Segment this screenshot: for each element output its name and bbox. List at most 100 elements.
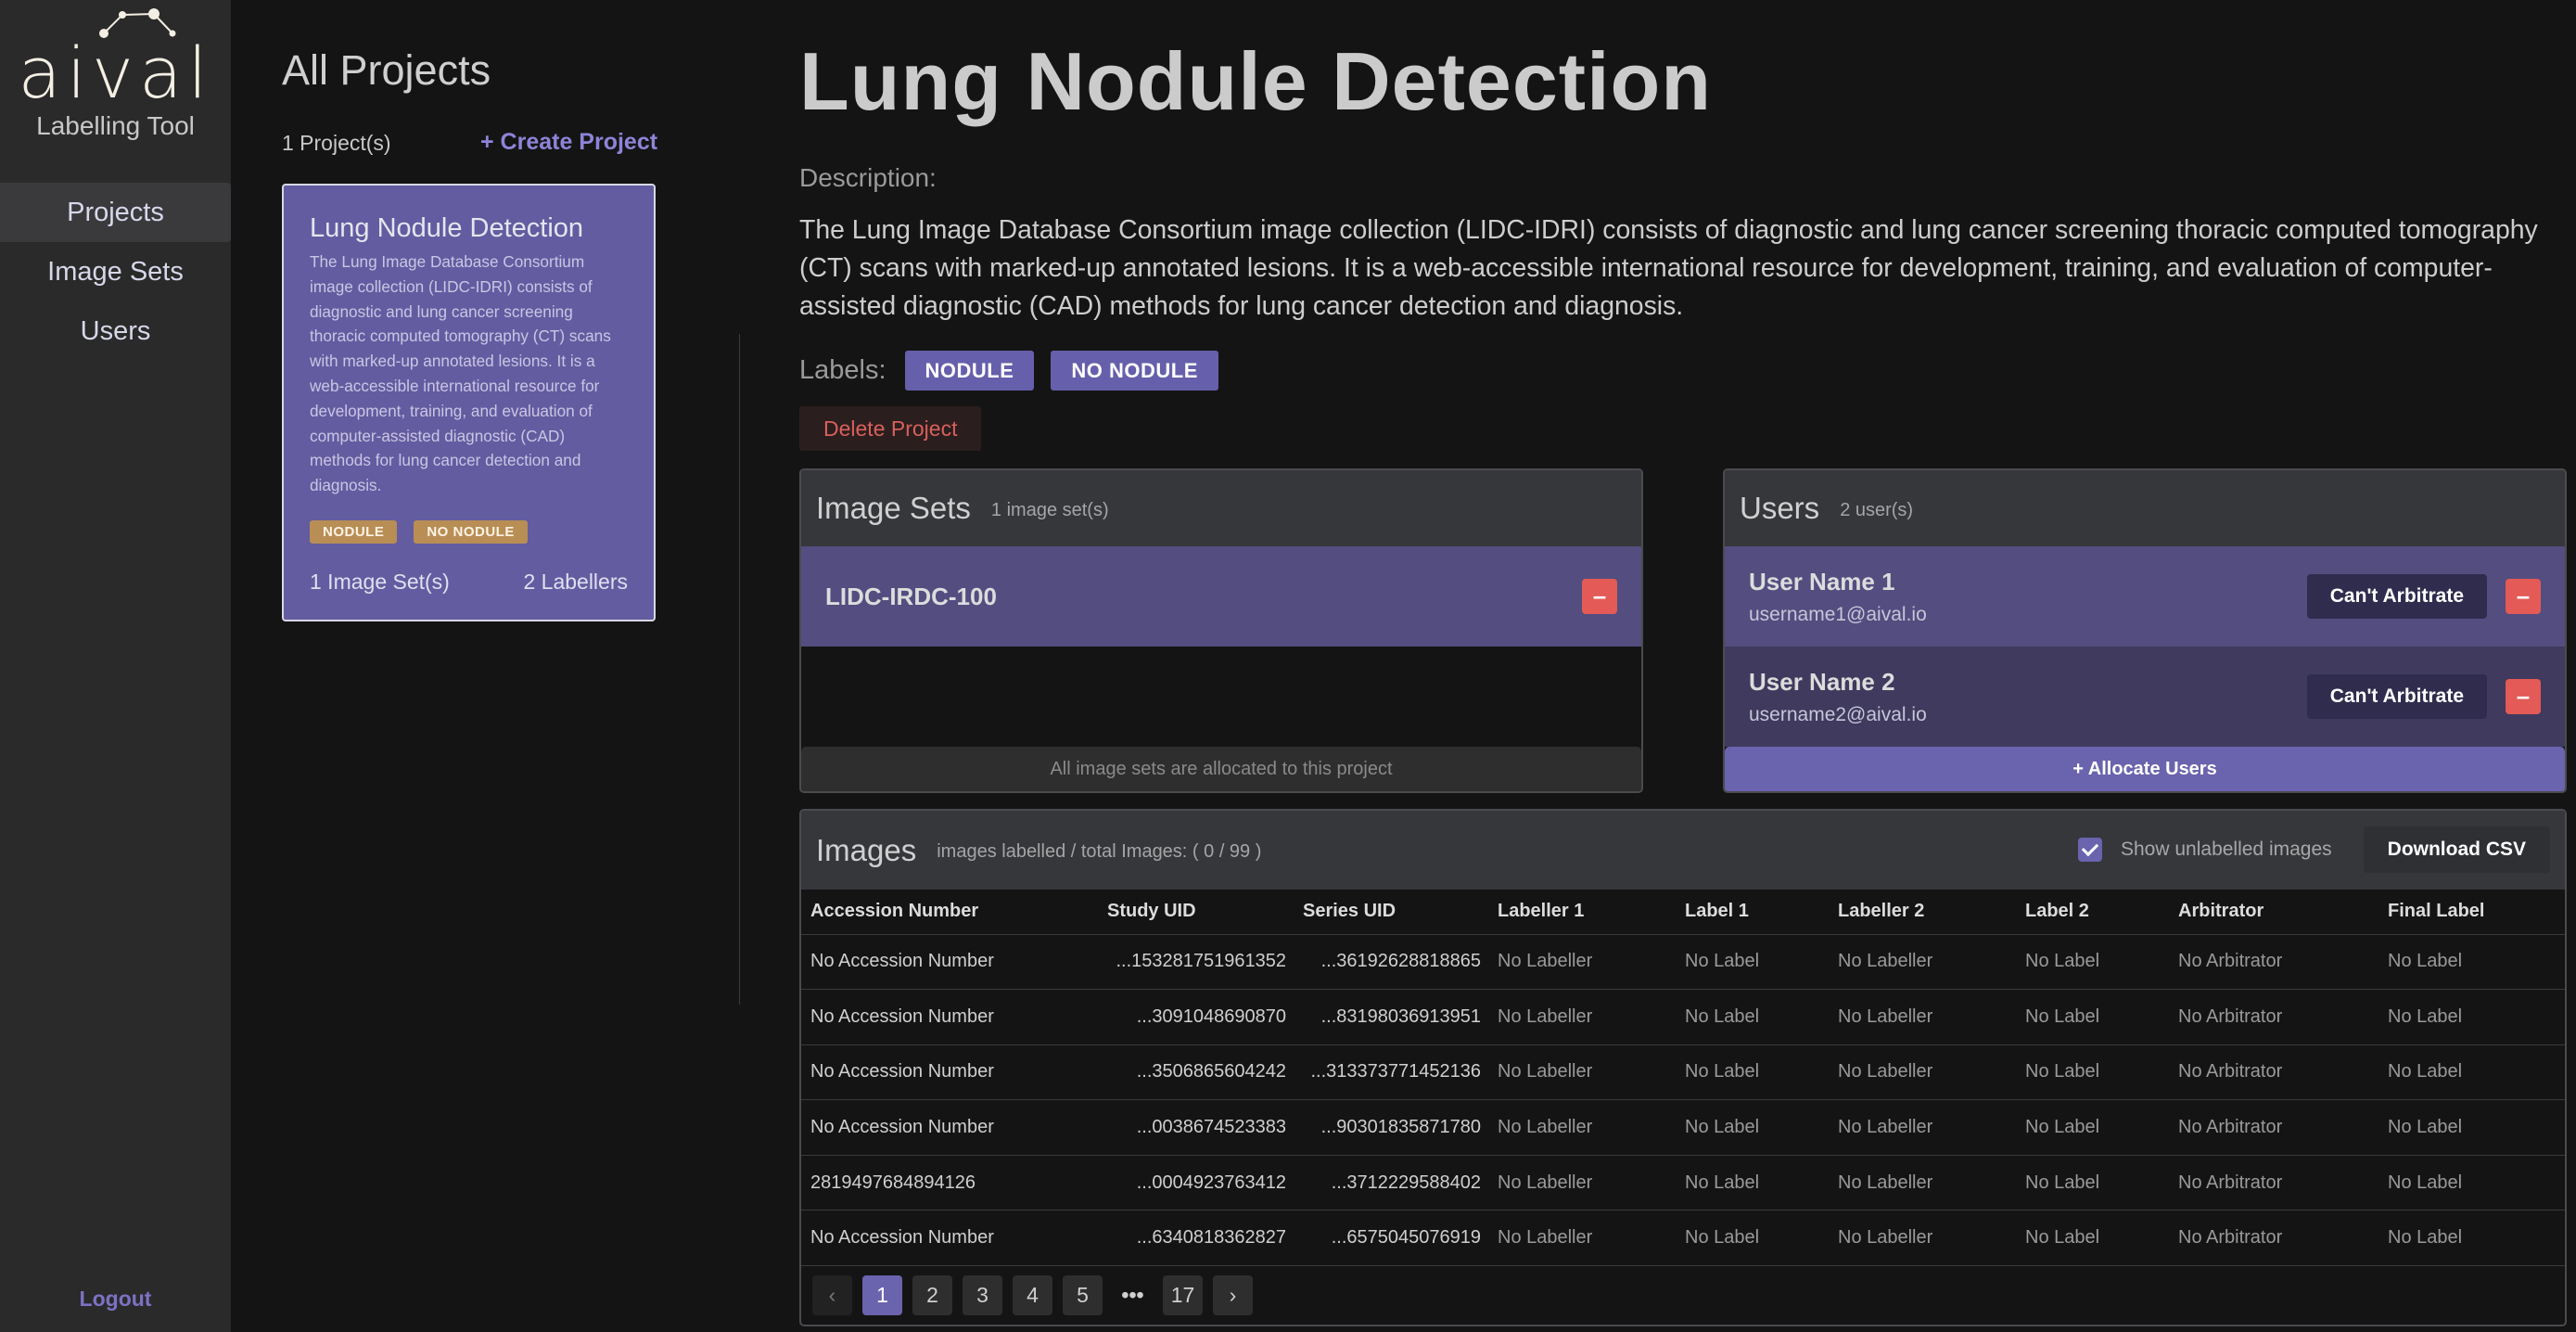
arbitrate-toggle-button[interactable]: Can't Arbitrate <box>2306 674 2487 719</box>
table-cell: No Accession Number <box>801 1099 1098 1156</box>
table-cell: ...3091048690870 <box>1098 989 1294 1045</box>
table-cell: No Labeller <box>1488 1155 1676 1211</box>
chevron-left-icon: ‹ <box>828 1283 836 1307</box>
table-cell: No Arbitrator <box>2169 934 2378 991</box>
table-row[interactable]: No Accession Number ...0038674523383 ...90… <box>801 1099 2565 1156</box>
column-header: Label 2 <box>2016 890 2169 935</box>
image-sets-panel: Image Sets 1 image set(s) LIDC-IRDC-100 … <box>799 468 1643 793</box>
table-row[interactable]: No Accession Number ...3091048690870 ...83… <box>801 989 2565 1045</box>
table-cell: No Label <box>2378 934 2565 991</box>
images-title: Images <box>816 832 917 867</box>
table-cell: No Label <box>2378 989 2565 1045</box>
page-button[interactable]: 3 <box>963 1275 1002 1315</box>
users-panel: Users 2 user(s) User Name 1 username1@ai… <box>1723 468 2567 793</box>
column-header: Accession Number <box>801 890 1098 935</box>
labels-label: Labels: <box>799 355 886 385</box>
show-unlabelled-checkbox[interactable] <box>2078 838 2102 862</box>
label-tag: NODULE <box>310 519 398 544</box>
logo-wordmark: aival <box>18 32 213 114</box>
table-cell: ...6575045076919 <box>1294 1210 1488 1267</box>
table-cell: ...6340818362827 <box>1098 1210 1294 1267</box>
show-unlabelled-label: Show unlabelled images <box>2121 839 2332 860</box>
sidebar-item-projects[interactable]: Projects <box>0 183 231 242</box>
table-cell: No Accession Number <box>801 934 1098 991</box>
sidebar-item-users[interactable]: Users <box>0 301 231 361</box>
table-cell: No Labeller <box>1488 934 1676 991</box>
table-cell: No Labeller <box>1488 1044 1676 1101</box>
allocate-users-button[interactable]: + Allocate Users <box>1725 747 2565 791</box>
table-cell: ...3506865604242 <box>1098 1044 1294 1101</box>
pagination: ‹ 1 2 3 4 5 ••• 17 › <box>812 1275 1253 1315</box>
create-project-button[interactable]: + Create Project <box>480 129 657 156</box>
prev-page-button[interactable]: ‹ <box>812 1275 852 1315</box>
description-label: Description: <box>799 163 937 192</box>
table-cell: No Label <box>2016 1210 2169 1267</box>
table-cell: ...153281751961352 <box>1098 934 1294 991</box>
table-row[interactable]: No Accession Number ...6340818362827 ...65… <box>801 1210 2565 1267</box>
user-name: User Name 1 <box>1749 567 1895 596</box>
table-row[interactable]: No Accession Number ...3506865604242 ...31… <box>801 1044 2565 1101</box>
minus-icon: – <box>1592 582 1607 609</box>
table-cell: No Label <box>2016 989 2169 1045</box>
logout-link[interactable]: Logout <box>0 1287 231 1312</box>
table-cell: No Label <box>2378 1099 2565 1156</box>
column-header: Study UID <box>1098 890 1294 935</box>
sidebar-item-image-sets[interactable]: Image Sets <box>0 242 231 301</box>
labels-row: Labels: NODULE NO NODULE <box>799 351 1235 391</box>
users-count: 2 user(s) <box>1840 499 1914 520</box>
remove-image-set-button[interactable]: – <box>1582 579 1617 614</box>
table-cell: ...36192628818865 <box>1294 934 1488 991</box>
table-cell: No Label <box>2016 1044 2169 1101</box>
table-cell: No Labeller <box>1829 1044 2016 1101</box>
image-sets-header: Image Sets 1 image set(s) <box>801 470 1641 546</box>
table-cell: No Labeller <box>1829 1155 2016 1211</box>
pagination-ellipsis: ••• <box>1121 1283 1144 1307</box>
table-cell: No Labeller <box>1488 1210 1676 1267</box>
page-button[interactable]: 17 <box>1163 1275 1203 1315</box>
table-cell: No Label <box>1676 1099 1829 1156</box>
table-cell: No Accession Number <box>801 1044 1098 1101</box>
sidebar-nav: Projects Image Sets Users <box>0 183 231 361</box>
arbitrate-toggle-button[interactable]: Can't Arbitrate <box>2306 574 2487 619</box>
table-cell: ...313373771452136 <box>1294 1044 1488 1101</box>
page-button[interactable]: 1 <box>862 1275 902 1315</box>
table-row[interactable]: 2819497684894126 ...0004923763412 ...37122… <box>801 1155 2565 1211</box>
table-cell: No Label <box>1676 934 1829 991</box>
label-chip-no-nodule: NO NODULE <box>1051 351 1218 391</box>
page-button[interactable]: 4 <box>1013 1275 1052 1315</box>
remove-user-button[interactable]: – <box>2506 679 2541 714</box>
page-button[interactable]: 2 <box>912 1275 952 1315</box>
chevron-right-icon: › <box>1229 1283 1237 1307</box>
table-cell: No Labeller <box>1829 1210 2016 1267</box>
table-cell: No Arbitrator <box>2169 1155 2378 1211</box>
column-header: Arbitrator <box>2169 890 2378 935</box>
remove-user-button[interactable]: – <box>2506 579 2541 614</box>
table-row[interactable]: No Accession Number ...153281751961352...… <box>801 934 2565 991</box>
column-header: Series UID <box>1294 890 1488 935</box>
table-cell: No Arbitrator <box>2169 1044 2378 1101</box>
table-cell: ...0038674523383 <box>1098 1099 1294 1156</box>
next-page-button[interactable]: › <box>1213 1275 1253 1315</box>
table-cell: No Arbitrator <box>2169 1099 2378 1156</box>
table-cell: No Accession Number <box>801 989 1098 1045</box>
download-csv-button[interactable]: Download CSV <box>2363 826 2550 873</box>
table-cell: No Label <box>2016 1155 2169 1211</box>
delete-project-button[interactable]: Delete Project <box>799 406 982 451</box>
column-divider <box>739 334 740 1005</box>
images-summary: images labelled / total Images: ( 0 / 99… <box>937 841 1262 862</box>
column-header: Labeller 1 <box>1488 890 1676 935</box>
table-cell: No Label <box>1676 1155 1829 1211</box>
table-cell: ...90301835871780 <box>1294 1099 1488 1156</box>
page-button[interactable]: 5 <box>1063 1275 1103 1315</box>
table-cell: No Labeller <box>1488 989 1676 1045</box>
users-header: Users 2 user(s) <box>1725 470 2565 546</box>
image-set-item[interactable]: LIDC-IRDC-100 – <box>801 546 1641 647</box>
table-cell: No Labeller <box>1488 1099 1676 1156</box>
image-set-name: LIDC-IRDC-100 <box>825 582 997 610</box>
project-card-meta: 1 Image Set(s) 2 Labellers <box>310 570 628 595</box>
table-cell: No Labeller <box>1829 934 2016 991</box>
table-cell: 2819497684894126 <box>801 1155 1098 1211</box>
table-cell: No Accession Number <box>801 1210 1098 1267</box>
user-item: User Name 1 username1@aival.io Can't Arb… <box>1725 546 2565 647</box>
project-card[interactable]: Lung Nodule Detection The Lung Image Dat… <box>282 184 656 621</box>
